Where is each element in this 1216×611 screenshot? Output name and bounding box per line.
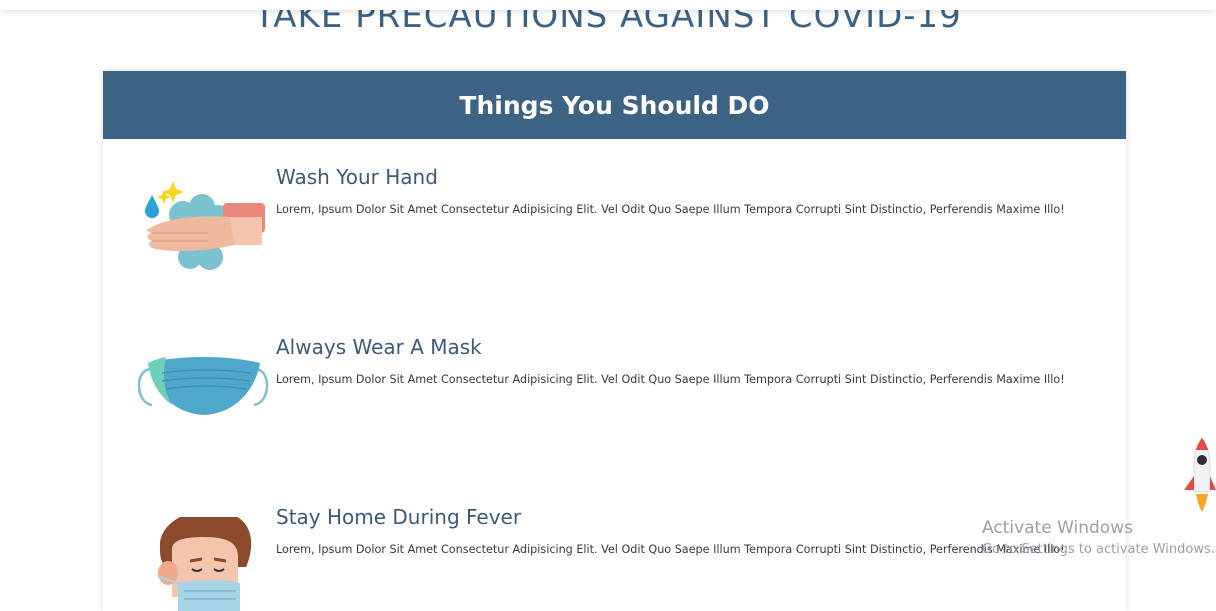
rocket-icon[interactable] [1180,436,1216,516]
item-description: Lorem, Ipsum Dolor Sit Amet Consectetur … [276,543,1065,556]
activate-windows-watermark: Activate Windows Go to Settings to activ… [982,518,1215,557]
precautions-card: Things You Should DO Wash Your Hand Lore… [103,71,1126,611]
item-title: Always Wear A Mask [276,335,482,359]
item-description: Lorem, Ipsum Dolor Sit Amet Consectetur … [276,203,1065,216]
face-mask-icon [138,357,268,415]
watermark-title: Activate Windows [982,518,1133,538]
item-title: Wash Your Hand [276,165,438,189]
item-description: Lorem, Ipsum Dolor Sit Amet Consectetur … [276,373,1065,386]
item-title: Stay Home During Fever [276,505,522,529]
list-item-wear-mask: Always Wear A Mask Lorem, Ipsum Dolor Si… [103,335,1126,467]
list-item-wash-hands: Wash Your Hand Lorem, Ipsum Dolor Sit Am… [103,165,1126,297]
watermark-subtitle: Go to Settings to activate Windows. [982,542,1215,557]
hand-wash-icon [145,181,265,270]
top-navbar [0,0,1216,10]
card-header: Things You Should DO [103,71,1126,139]
